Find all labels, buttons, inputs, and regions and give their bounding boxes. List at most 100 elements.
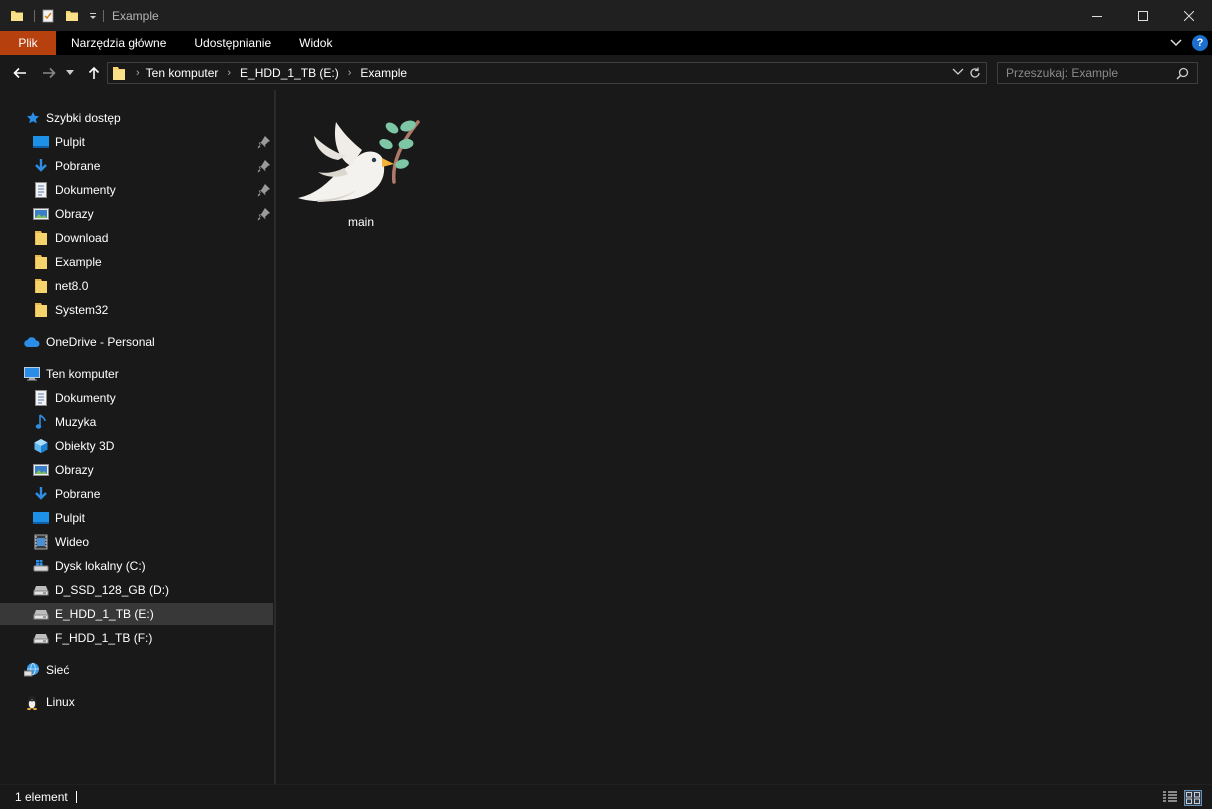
sidebar-item-label: Dokumenty: [55, 183, 116, 197]
maximize-button[interactable]: [1120, 0, 1166, 31]
computer-icon: [24, 366, 40, 382]
tab-home[interactable]: Narzędzia główne: [56, 31, 180, 55]
folder-icon: [112, 65, 126, 81]
search-input[interactable]: [998, 66, 1168, 80]
item-count: 1 element: [15, 790, 68, 804]
breadcrumb-separator-icon: ›: [136, 67, 140, 79]
refresh-icon[interactable]: [968, 66, 982, 80]
toolbar-separator: [103, 9, 104, 22]
sidebar-item-label: Wideo: [55, 535, 90, 549]
sidebar-item-3d-objects[interactable]: Obiekty 3D: [0, 435, 273, 457]
breadcrumb-example[interactable]: Example: [360, 66, 407, 80]
status-bar: 1 element: [0, 784, 1212, 809]
sidebar-item-system32[interactable]: System32: [0, 299, 273, 321]
sidebar-item-download-folder[interactable]: Download: [0, 227, 273, 249]
help-icon[interactable]: ?: [1192, 35, 1208, 51]
pin-icon[interactable]: [257, 159, 271, 173]
sidebar-item-drive-f[interactable]: F_HDD_1_TB (F:): [0, 627, 273, 649]
details-view-icon[interactable]: [1162, 790, 1178, 806]
breadcrumb-this-pc[interactable]: Ten komputer: [146, 66, 219, 80]
sidebar-item-music[interactable]: Muzyka: [0, 411, 273, 433]
ribbon-right-controls: ?: [1170, 31, 1208, 55]
star-icon: [26, 110, 40, 126]
sidebar-item-example[interactable]: Example: [0, 251, 273, 273]
cube-3d-icon: [33, 438, 49, 454]
sidebar-item-drive-c[interactable]: Dysk lokalny (C:): [0, 555, 273, 577]
title-bar: Example: [0, 0, 1212, 31]
sidebar-item-onedrive[interactable]: OneDrive - Personal: [0, 331, 273, 353]
folder-icon: [10, 9, 24, 23]
new-folder-icon[interactable]: [65, 9, 79, 23]
music-icon: [33, 414, 49, 430]
large-icons-view-icon[interactable]: [1184, 790, 1202, 806]
folder-icon: [33, 302, 49, 318]
sidebar-item-label: Obrazy: [55, 207, 94, 221]
recent-locations-button[interactable]: [63, 63, 77, 83]
sidebar-item-pc-documents[interactable]: Dokumenty: [0, 387, 273, 409]
sidebar-item-label: Muzyka: [55, 415, 97, 429]
sidebar-item-this-pc[interactable]: Ten komputer: [0, 363, 273, 385]
pin-icon[interactable]: [257, 207, 271, 221]
sidebar-item-label: Linux: [46, 695, 75, 709]
sidebar-item-pc-pictures[interactable]: Obrazy: [0, 459, 273, 481]
up-arrow-icon: [88, 66, 100, 79]
tab-view[interactable]: Widok: [285, 31, 346, 55]
sidebar-item-pictures[interactable]: Obrazy: [0, 203, 273, 225]
search-box[interactable]: [997, 62, 1198, 84]
status-divider: [75, 791, 77, 803]
sidebar-item-label: Sieć: [46, 663, 70, 677]
sidebar-item-quick-access[interactable]: Szybki dostęp: [0, 107, 273, 129]
sidebar-item-drive-e[interactable]: E_HDD_1_TB (E:): [0, 603, 273, 625]
sidebar-item-drive-d[interactable]: D_SSD_128_GB (D:): [0, 579, 273, 601]
customize-toolbar-chevron-icon[interactable]: [89, 12, 97, 20]
desktop-icon: [33, 134, 49, 150]
pictures-icon: [33, 206, 49, 222]
chevron-down-icon: [66, 70, 74, 75]
download-arrow-icon: [33, 158, 49, 174]
file-item[interactable]: main: [296, 114, 426, 244]
sidebar-item-label: Download: [55, 231, 109, 245]
forward-button[interactable]: [39, 63, 59, 83]
back-button[interactable]: [10, 63, 30, 83]
sidebar-item-pc-desktop[interactable]: Pulpit: [0, 507, 273, 529]
sidebar-item-label: E_HDD_1_TB (E:): [55, 607, 154, 621]
sidebar-item-network[interactable]: Sieć: [0, 659, 273, 681]
expand-ribbon-chevron-icon[interactable]: [1170, 39, 1182, 47]
breadcrumb-drive-e[interactable]: E_HDD_1_TB (E:): [240, 66, 339, 80]
sidebar-item-documents[interactable]: Dokumenty: [0, 179, 273, 201]
pin-icon[interactable]: [257, 135, 271, 149]
sidebar-item-label: Szybki dostęp: [46, 111, 121, 125]
tab-share[interactable]: Udostępnianie: [180, 31, 285, 55]
close-button[interactable]: [1166, 0, 1212, 31]
folder-icon: [33, 254, 49, 270]
sidebar-item-pc-downloads[interactable]: Pobrane: [0, 483, 273, 505]
document-icon: [33, 182, 49, 198]
quick-access-toolbar: Example: [0, 0, 159, 31]
pin-icon[interactable]: [257, 183, 271, 197]
up-button[interactable]: [84, 63, 104, 83]
drive-icon: [33, 606, 49, 622]
address-dropdown-chevron-icon[interactable]: [952, 68, 964, 76]
minimize-icon: [1092, 15, 1102, 17]
maximize-icon: [1138, 10, 1148, 21]
sidebar-item-label: Pulpit: [55, 511, 86, 525]
breadcrumb-separator-icon: ›: [347, 67, 352, 79]
sidebar-item-downloads[interactable]: Pobrane: [0, 155, 273, 177]
properties-icon[interactable]: [41, 9, 55, 23]
sidebar-item-label: Obiekty 3D: [55, 439, 115, 453]
sidebar-item-desktop[interactable]: Pulpit: [0, 131, 273, 153]
drive-icon: [33, 630, 49, 646]
sidebar-item-label: F_HDD_1_TB (F:): [55, 631, 153, 645]
minimize-button[interactable]: [1074, 0, 1120, 31]
search-icon: [1176, 67, 1189, 80]
tab-file[interactable]: Plik: [0, 31, 56, 55]
sidebar-item-label: Ten komputer: [46, 367, 119, 381]
sidebar-item-label: Pulpit: [55, 135, 86, 149]
forward-arrow-icon: [43, 67, 56, 79]
sidebar-item-videos[interactable]: Wideo: [0, 531, 273, 553]
sidebar-item-net8[interactable]: net8.0: [0, 275, 273, 297]
address-bar[interactable]: › Ten komputer › E_HDD_1_TB (E:) › Examp…: [107, 62, 987, 84]
navigation-bar: › Ten komputer › E_HDD_1_TB (E:) › Examp…: [0, 55, 1212, 90]
sidebar-item-linux[interactable]: Linux: [0, 691, 273, 713]
close-icon: [1184, 10, 1194, 21]
